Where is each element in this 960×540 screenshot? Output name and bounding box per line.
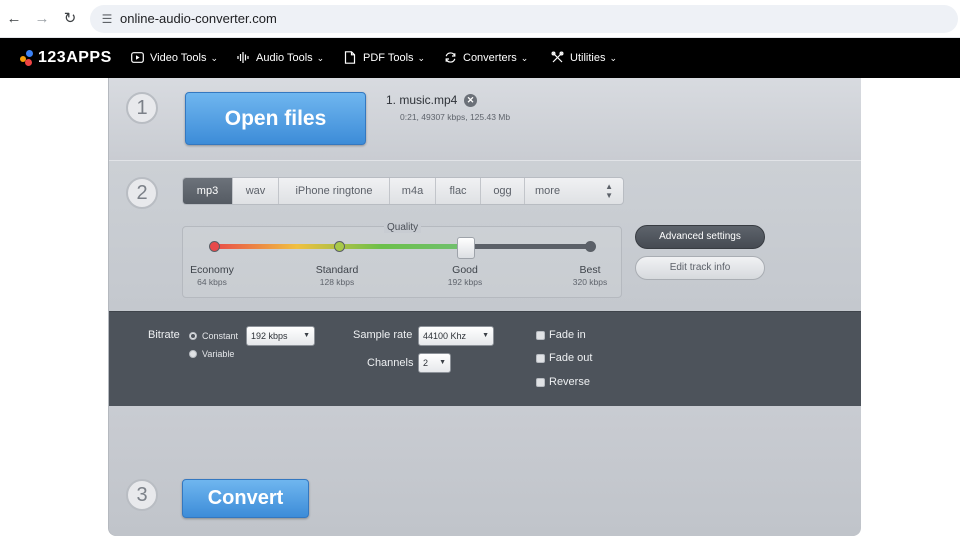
forward-arrow-icon[interactable]: →	[33, 10, 51, 28]
quality-standard-sub: 128 kbps	[319, 277, 355, 287]
quality-slider-thumb[interactable]	[457, 237, 475, 259]
bitrate-constant-radio[interactable]	[189, 332, 197, 340]
quality-stop-economy[interactable]	[209, 241, 220, 252]
site-settings-icon[interactable]: ☰	[98, 10, 116, 28]
chevron-down-icon: ⌄	[417, 52, 426, 63]
up-down-arrows-icon: ▲ ▼	[605, 182, 613, 200]
chevron-down-icon: ⌄	[210, 52, 219, 63]
logo[interactable]: 123APPS	[20, 49, 112, 67]
reverse-label: Reverse	[549, 376, 590, 388]
reverse-checkbox[interactable]	[536, 378, 545, 387]
nav-audio-tools[interactable]: Audio Tools ⌄	[236, 50, 324, 66]
audio-wave-icon	[236, 51, 250, 65]
bitrate-label: Bitrate	[148, 329, 180, 341]
reload-icon[interactable]: ↻	[61, 10, 79, 28]
fade-out-label: Fade out	[549, 352, 593, 364]
format-tab-wav[interactable]: wav	[233, 178, 279, 204]
step-number-1: 1	[126, 92, 158, 124]
bitrate-variable-label: Variable	[202, 349, 235, 359]
quality-box	[182, 226, 622, 298]
quality-good-sub: 192 kbps	[447, 277, 483, 287]
nav-converters[interactable]: Converters ⌄	[443, 50, 528, 66]
quality-best-sub: 320 kbps	[572, 277, 608, 287]
tools-icon	[550, 51, 564, 65]
url-text: online-audio-converter.com	[120, 11, 277, 26]
nav-audio-tools-label: Audio Tools	[256, 52, 313, 64]
nav-utilities[interactable]: Utilities ⌄	[550, 50, 617, 66]
format-tab-more[interactable]: more ▲ ▼	[525, 178, 623, 204]
format-more-label: more	[535, 185, 561, 197]
quality-slider-track[interactable]	[213, 244, 591, 249]
app-navbar: 123APPS Video Tools ⌄ Audio Tools ⌄ PDF …	[0, 38, 960, 78]
dropdown-arrow-icon: ▼	[482, 332, 489, 339]
format-tab-m4a[interactable]: m4a	[390, 178, 436, 204]
nav-pdf-tools-label: PDF Tools	[363, 52, 414, 64]
format-tab-flac[interactable]: flac	[436, 178, 481, 204]
format-tabs: mp3 wav iPhone ringtone m4a flac ogg mor…	[182, 177, 624, 205]
advanced-settings-button[interactable]: Advanced settings	[635, 225, 765, 249]
quality-best-label: Best	[579, 264, 601, 276]
remove-file-icon[interactable]: ✕	[464, 94, 477, 107]
file-meta: 0:21, 49307 kbps, 125.43 Mb	[400, 112, 511, 122]
step-1-section: 1 Open files 1. music.mp4 ✕ 0:21, 49307 …	[109, 78, 861, 161]
channels-select[interactable]: 2 ▼	[418, 353, 451, 373]
logo-dots-icon	[20, 50, 34, 66]
sample-rate-select[interactable]: 44100 Khz ▼	[418, 326, 494, 346]
back-arrow-icon[interactable]: ←	[5, 10, 23, 28]
sample-rate-label: Sample rate	[353, 329, 413, 341]
step-number-2: 2	[126, 177, 158, 209]
format-tab-iphone-ringtone[interactable]: iPhone ringtone	[279, 178, 390, 204]
fade-in-checkbox[interactable]	[536, 331, 545, 340]
bitrate-select-value: 192 kbps	[251, 331, 288, 341]
nav-video-tools[interactable]: Video Tools ⌄	[130, 50, 218, 66]
quality-good-label: Good	[452, 264, 478, 276]
quality-stop-standard[interactable]	[334, 241, 345, 252]
bitrate-select[interactable]: 192 kbps ▼	[246, 326, 315, 346]
chevron-down-icon: ⌄	[520, 52, 529, 63]
channels-select-value: 2	[423, 358, 429, 368]
dropdown-arrow-icon: ▼	[439, 359, 446, 366]
sample-rate-select-value: 44100 Khz	[423, 331, 467, 341]
quality-economy-sub: 64 kbps	[197, 277, 227, 287]
nav-pdf-tools[interactable]: PDF Tools ⌄	[343, 50, 425, 66]
nav-video-tools-label: Video Tools	[150, 52, 207, 64]
bitrate-variable-radio[interactable]	[189, 350, 197, 358]
logo-text: 123APPS	[38, 49, 112, 66]
quality-standard-label: Standard	[315, 264, 359, 276]
step-number-3: 3	[126, 479, 158, 511]
play-box-icon	[130, 51, 144, 65]
channels-label: Channels	[367, 357, 414, 369]
quality-slider-rest	[463, 244, 591, 249]
fade-out-checkbox[interactable]	[536, 354, 545, 363]
converter-panel: 1 Open files 1. music.mp4 ✕ 0:21, 49307 …	[108, 78, 861, 536]
document-icon	[343, 51, 357, 65]
chevron-down-icon: ⌄	[609, 52, 617, 63]
file-name: 1. music.mp4	[386, 93, 458, 107]
browser-toolbar: ← → ↻ ☰ online-audio-converter.com	[0, 0, 960, 38]
convert-button[interactable]: Convert	[182, 479, 309, 518]
quality-label: Quality	[384, 222, 422, 233]
format-tab-mp3[interactable]: mp3	[183, 178, 233, 204]
fade-in-label: Fade in	[549, 329, 586, 341]
open-files-button[interactable]: Open files	[185, 92, 366, 145]
format-tab-ogg[interactable]: ogg	[481, 178, 525, 204]
nav-utilities-label: Utilities	[570, 52, 606, 64]
quality-economy-label: Economy	[190, 264, 234, 276]
dropdown-arrow-icon: ▼	[303, 332, 310, 339]
edit-track-info-button[interactable]: Edit track info	[635, 256, 765, 280]
quality-stop-best[interactable]	[585, 241, 596, 252]
bitrate-constant-label: Constant	[202, 331, 239, 341]
chevron-down-icon: ⌄	[316, 52, 325, 63]
nav-converters-label: Converters	[463, 52, 517, 64]
address-bar[interactable]: ☰ online-audio-converter.com	[90, 5, 958, 33]
refresh-icon	[443, 51, 457, 65]
